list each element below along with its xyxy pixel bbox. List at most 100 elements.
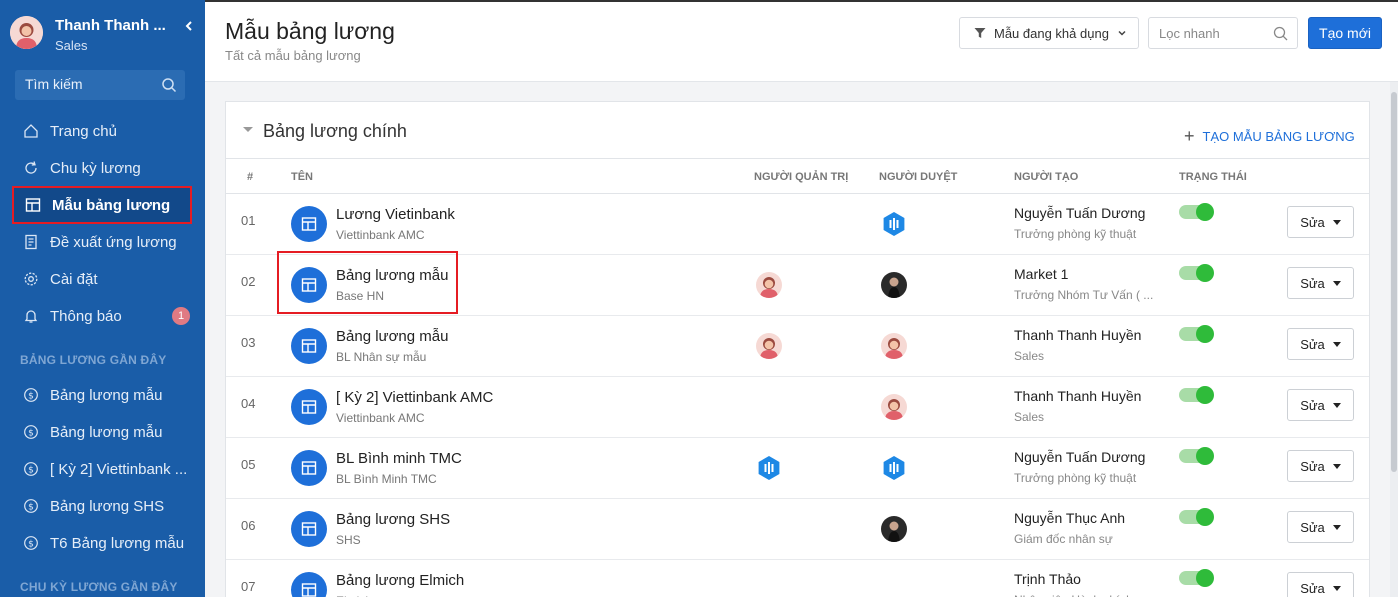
template-name[interactable]: Lương Vietinbank [336, 206, 455, 223]
sidebar-item-notifications[interactable]: Thông báo 1 [12, 298, 192, 334]
edit-label: Sửa [1300, 580, 1325, 596]
sidebar-item-label: Đề xuất ứng lương [50, 233, 177, 251]
recent-template-item[interactable]: $ [ Kỳ 2] Viettinbank ... [12, 451, 192, 487]
recent-template-item[interactable]: $ Bảng lương mẫu [12, 377, 192, 413]
admin-avatar[interactable] [756, 272, 782, 298]
template-name[interactable]: Bảng lương Elmich [336, 572, 464, 589]
status-toggle[interactable] [1179, 447, 1214, 465]
table-row[interactable]: 03 Bảng lương mẫu BL Nhân sự mẫu Thanh Than… [226, 316, 1369, 377]
avatar [10, 16, 43, 49]
status-toggle[interactable] [1179, 264, 1214, 282]
sidebar-item-payroll-templates[interactable]: Mẫu bảng lương [12, 186, 192, 224]
template-subtitle: BL Bình Minh TMC [336, 472, 437, 486]
template-name[interactable]: Bảng lương mẫu [336, 267, 448, 284]
sidebar-item-label: Mẫu bảng lương [52, 196, 171, 214]
search-icon[interactable] [161, 77, 177, 93]
quick-filter[interactable] [1148, 17, 1298, 49]
sidebar-item-salary-advance[interactable]: Đề xuất ứng lương [12, 224, 192, 260]
creator-role: Trưởng Nhóm Tư Vấn ( ... [1014, 288, 1154, 302]
edit-label: Sửa [1300, 336, 1325, 352]
page-subtitle: Tất cả mẫu bảng lương [225, 48, 361, 63]
create-template-label: TẠO MẪU BẢNG LƯƠNG [1202, 129, 1355, 144]
edit-dropdown-button[interactable]: Sửa [1287, 267, 1354, 299]
sidebar-item-label: Chu kỳ lương [50, 159, 141, 177]
status-toggle[interactable] [1179, 508, 1214, 526]
table-row[interactable]: 07Bảng lương ElmichElmichTrịnh ThảoNhân … [226, 560, 1369, 597]
column-header-name: TÊN [291, 171, 313, 183]
table-icon [24, 196, 42, 214]
sidebar-search-input[interactable] [25, 76, 155, 92]
sidebar-item-payroll-cycle[interactable]: Chu kỳ lương [12, 150, 192, 186]
column-header-creator: NGƯỜI TẠO [1014, 171, 1079, 183]
chevron-left-icon[interactable] [182, 19, 196, 33]
status-toggle[interactable] [1179, 325, 1214, 343]
caret-down-icon [1332, 585, 1341, 591]
create-template-link[interactable]: + TẠO MẪU BẢNG LƯƠNG [1184, 126, 1355, 146]
template-subtitle: SHS [336, 533, 361, 547]
svg-text:$: $ [28, 392, 34, 402]
status-filter-dropdown[interactable]: Mẫu đang khả dụng [959, 17, 1139, 49]
status-toggle[interactable] [1179, 203, 1214, 221]
approver-avatar[interactable] [881, 455, 907, 481]
status-toggle[interactable] [1179, 386, 1214, 404]
table-icon [301, 278, 317, 292]
creator-role: Giám đốc nhân sự [1014, 532, 1113, 546]
caret-down-icon [1332, 463, 1341, 469]
recent-template-item[interactable]: $ Bảng lương mẫu [12, 414, 192, 450]
user-name: Thanh Thanh ... [55, 17, 166, 34]
sidebar-search[interactable] [15, 70, 185, 100]
template-avatar [291, 267, 327, 303]
status-toggle[interactable] [1179, 569, 1214, 587]
table-row[interactable]: 06 Bảng lương SHS SHS Nguyễn Thục Anh Giám đ… [226, 499, 1369, 560]
recent-template-item[interactable]: $ T6 Bảng lương mẫu [12, 525, 192, 561]
recent-template-label: Bảng lương SHS [50, 497, 165, 515]
recent-template-item[interactable]: $ Bảng lương SHS [12, 488, 192, 524]
scrollbar[interactable] [1390, 82, 1398, 597]
recent-template-label: [ Kỳ 2] Viettinbank ... [50, 460, 188, 478]
edit-dropdown-button[interactable]: Sửa [1287, 572, 1354, 597]
edit-dropdown-button[interactable]: Sửa [1287, 389, 1354, 421]
approver-avatar[interactable] [881, 211, 907, 237]
sidebar: Thanh Thanh ... Sales Trang chủ Chu kỳ l… [0, 0, 205, 597]
row-index: 02 [241, 274, 256, 289]
table-row[interactable]: 02 Bảng lương mẫu Base HN Market 1 Trưởng Nh… [226, 255, 1369, 316]
sidebar-item-home[interactable]: Trang chủ [12, 113, 192, 149]
collapse-caret-icon[interactable] [242, 126, 254, 134]
search-icon[interactable] [1273, 26, 1288, 41]
gear-icon [22, 270, 40, 288]
approver-avatar[interactable] [881, 333, 907, 359]
template-avatar [291, 511, 327, 547]
template-name[interactable]: BL Bình minh TMC [336, 450, 462, 467]
approver-avatar[interactable] [881, 272, 907, 298]
admin-avatar[interactable] [756, 333, 782, 359]
template-subtitle: Viettinbank AMC [336, 411, 425, 425]
quick-filter-input[interactable] [1159, 26, 1269, 41]
scrollbar-thumb[interactable] [1391, 92, 1397, 472]
creator-name: Nguyễn Thục Anh [1014, 510, 1126, 526]
edit-dropdown-button[interactable]: Sửa [1287, 450, 1354, 482]
table-row[interactable]: 04 [ Kỳ 2] Viettinbank AMC Viettinbank AMC… [226, 377, 1369, 438]
svg-text:$: $ [28, 466, 34, 476]
table-row[interactable]: 01 Lương Vietinbank Viettinbank AMC Nguyễn … [226, 194, 1369, 255]
admin-avatar[interactable] [756, 455, 782, 481]
table-icon [301, 339, 317, 353]
toggle-knob [1196, 264, 1214, 282]
plus-icon: + [1184, 126, 1195, 146]
page-title: Mẫu bảng lương [225, 18, 395, 44]
creator-name: Market 1 [1014, 266, 1069, 282]
caret-down-icon [1332, 280, 1341, 286]
template-name[interactable]: Bảng lương mẫu [336, 328, 448, 345]
edit-dropdown-button[interactable]: Sửa [1287, 328, 1354, 360]
table-row[interactable]: 05 BL Bình minh TMC BL Bình Minh TMC Nguyễn… [226, 438, 1369, 499]
edit-dropdown-button[interactable]: Sửa [1287, 511, 1354, 543]
template-name[interactable]: Bảng lương SHS [336, 511, 450, 528]
create-button[interactable]: Tạo mới [1308, 17, 1382, 49]
approver-avatar[interactable] [881, 394, 907, 420]
approver-avatar[interactable] [881, 516, 907, 542]
sidebar-item-settings[interactable]: Cài đặt [12, 261, 192, 297]
row-index: 06 [241, 518, 256, 533]
template-name[interactable]: [ Kỳ 2] Viettinbank AMC [336, 389, 493, 406]
user-profile[interactable]: Thanh Thanh ... Sales [10, 16, 200, 56]
edit-dropdown-button[interactable]: Sửa [1287, 206, 1354, 238]
table-icon [301, 461, 317, 475]
